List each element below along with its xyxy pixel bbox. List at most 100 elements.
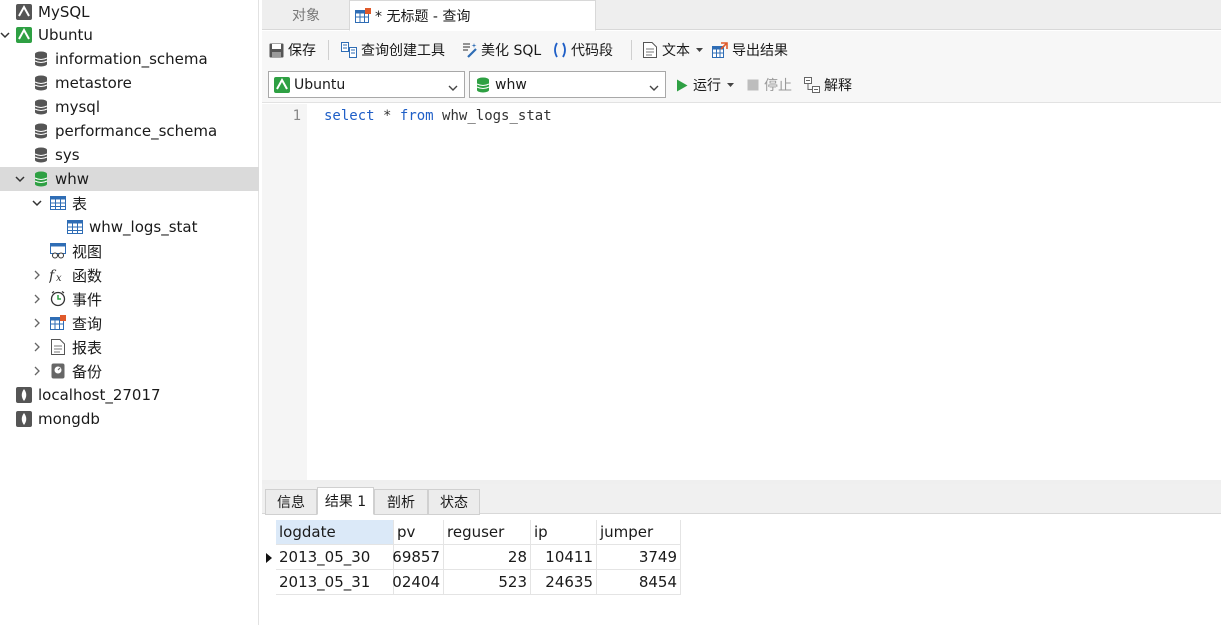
connection-selector-bar: Ubuntu whw 运行 停止 解释	[262, 69, 1221, 103]
tree-label: mongdb	[38, 410, 100, 428]
grid-cell[interactable]: 2013_05_30	[276, 545, 394, 570]
tree-connection-ubuntu[interactable]: Ubuntu	[0, 23, 259, 47]
tree-db-whw[interactable]: whw	[0, 167, 259, 191]
save-icon	[268, 42, 284, 58]
button-label: 查询创建工具	[361, 43, 445, 59]
tab-status[interactable]: 状态	[428, 489, 480, 515]
chevron-down-icon	[448, 80, 458, 96]
tab-label: 结果 1	[324, 494, 367, 510]
tab-objects[interactable]: 对象	[262, 0, 350, 30]
database-select[interactable]: whw	[469, 71, 666, 98]
tree-group-tables[interactable]: 表	[0, 191, 259, 215]
tab-label: 状态	[440, 495, 468, 511]
grid-cell[interactable]: 10411	[531, 545, 597, 570]
tree-label: 报表	[72, 338, 103, 357]
tree-connection-mongdb[interactable]: mongdb	[0, 407, 259, 431]
tree-group-queries[interactable]: 查询	[0, 311, 259, 335]
column-header-ip[interactable]: ip	[531, 520, 597, 545]
clock-icon	[49, 291, 66, 308]
chevron-down-icon[interactable]	[15, 174, 25, 184]
chevron-right-icon[interactable]	[32, 270, 42, 280]
mysql-connection-icon	[15, 27, 32, 44]
run-button[interactable]: 运行	[676, 75, 734, 95]
code-snippet-button[interactable]: 代码段	[553, 40, 613, 60]
column-header-logdate[interactable]: logdate	[276, 520, 394, 545]
column-header-pv[interactable]: pv	[394, 520, 444, 545]
sql-keyword: select	[324, 108, 375, 124]
tree-group-backups[interactable]: 备份	[0, 359, 259, 383]
stop-button[interactable]: 停止	[747, 75, 792, 95]
selected-value: whw	[495, 76, 527, 93]
tree-db-sys[interactable]: sys	[0, 143, 259, 167]
button-label: 停止	[764, 78, 792, 94]
tab-info[interactable]: 信息	[265, 489, 317, 515]
beautify-sql-button[interactable]: 美化 SQL	[461, 40, 541, 60]
grid-cell[interactable]: 2013_05_31	[276, 570, 394, 595]
query-toolbar: 保存 查询创建工具 美化 SQL 代码段 文本 导出结果	[262, 31, 1221, 69]
query-builder-icon	[341, 42, 357, 58]
tree-label: performance_schema	[55, 122, 218, 140]
tree-connection-localhost-27017[interactable]: localhost_27017	[0, 383, 259, 407]
export-result-button[interactable]: 导出结果	[712, 40, 788, 60]
query-builder-button[interactable]: 查询创建工具	[341, 40, 445, 60]
document-tab-bar: 对象 * 无标题 - 查询	[262, 0, 1221, 31]
grid-cell[interactable]: 02404	[392, 570, 444, 595]
grid-cell[interactable]: 3749	[597, 545, 681, 570]
tree-db-information-schema[interactable]: information_schema	[0, 47, 259, 71]
grid-cell[interactable]: 28	[444, 545, 531, 570]
button-label: 美化 SQL	[481, 43, 542, 59]
function-icon: fx	[49, 267, 66, 284]
column-header-jumper[interactable]: jumper	[597, 520, 681, 545]
chevron-down-icon[interactable]	[0, 30, 10, 40]
view-icon	[49, 243, 66, 260]
tree-table-whw-logs-stat[interactable]: whw_logs_stat	[0, 215, 259, 239]
tree-label: 表	[72, 194, 88, 213]
cell-value: 10411	[545, 548, 593, 566]
database-icon	[32, 123, 49, 140]
table-icon	[66, 219, 83, 236]
mysql-connection-icon	[274, 76, 290, 93]
tree-connection-mysql[interactable]: MySQL	[0, 0, 259, 24]
tree-group-views[interactable]: 视图	[0, 239, 259, 263]
tree-db-mysql[interactable]: mysql	[0, 95, 259, 119]
dropdown-arrow-icon[interactable]	[727, 82, 734, 88]
grid-cell[interactable]: 69857	[392, 545, 444, 570]
text-mode-button[interactable]: 文本	[642, 40, 703, 60]
column-header-label: logdate	[279, 523, 336, 541]
tree-group-reports[interactable]: 报表	[0, 335, 259, 359]
tab-query[interactable]: * 无标题 - 查询	[349, 0, 596, 31]
chevron-right-icon[interactable]	[32, 318, 42, 328]
stop-icon	[747, 79, 759, 91]
tab-result-1[interactable]: 结果 1	[317, 487, 374, 515]
tree-group-events[interactable]: 事件	[0, 287, 259, 311]
chevron-right-icon[interactable]	[32, 294, 42, 304]
query-icon	[355, 7, 371, 24]
cell-value: 24635	[545, 573, 593, 591]
grid-cell[interactable]: 523	[444, 570, 531, 595]
explain-icon	[804, 77, 820, 93]
tree-db-metastore[interactable]: metastore	[0, 71, 259, 95]
svg-text:x: x	[56, 273, 62, 283]
column-header-reguser[interactable]: reguser	[444, 520, 531, 545]
mysql-connection-icon	[15, 4, 32, 21]
grid-cell[interactable]: 8454	[597, 570, 681, 595]
button-label: 保存	[288, 43, 316, 59]
database-icon	[32, 99, 49, 116]
sql-editor[interactable]: 1 select * from whw_logs_stat	[262, 104, 1221, 480]
code-line[interactable]: select * from whw_logs_stat	[324, 108, 552, 124]
connection-select[interactable]: Ubuntu	[268, 71, 465, 98]
tree-label: metastore	[55, 74, 132, 92]
chevron-right-icon[interactable]	[32, 342, 42, 352]
navigation-tree[interactable]: MySQL Ubuntu information_schema metastor…	[0, 0, 259, 625]
tab-profile[interactable]: 剖析	[374, 489, 428, 515]
tree-group-functions[interactable]: fx 函数	[0, 263, 259, 287]
tree-db-performance-schema[interactable]: performance_schema	[0, 119, 259, 143]
save-button[interactable]: 保存	[268, 40, 316, 60]
explain-button[interactable]: 解释	[804, 75, 852, 95]
mongodb-connection-icon	[15, 387, 32, 404]
chevron-down-icon[interactable]	[32, 198, 42, 208]
cell-value: 28	[507, 548, 527, 566]
selected-value: Ubuntu	[294, 76, 346, 93]
grid-cell[interactable]: 24635	[531, 570, 597, 595]
chevron-right-icon[interactable]	[32, 366, 42, 376]
